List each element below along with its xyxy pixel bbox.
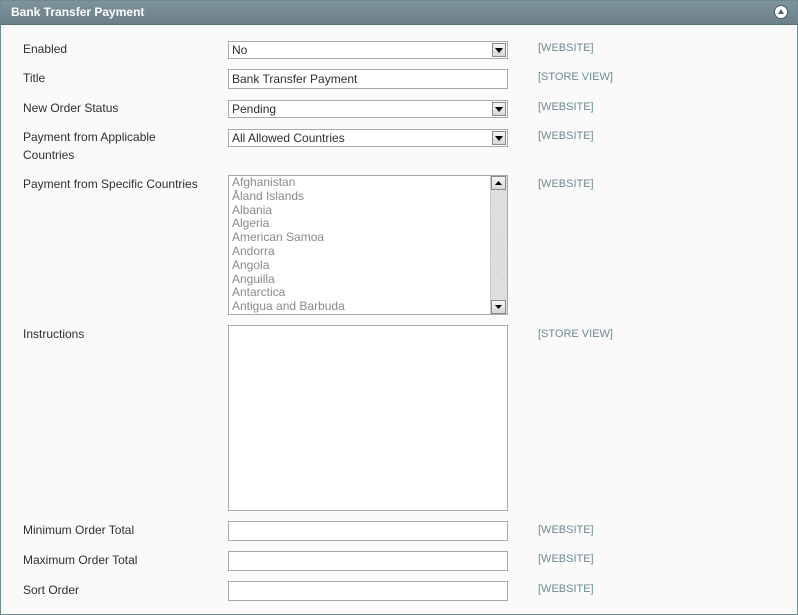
sort-order-label: Sort Order (23, 583, 80, 597)
specific-countries-multiselect[interactable]: Afghanistan Åland Islands Albania Algeri… (228, 175, 508, 315)
scroll-up-arrow-icon[interactable] (491, 176, 506, 190)
country-option[interactable]: Antigua and Barbuda (229, 299, 490, 314)
applicable-countries-scope: [WEBSITE] (538, 130, 594, 142)
min-order-total-label: Minimum Order Total (23, 523, 135, 537)
new-order-status-label: New Order Status (23, 101, 119, 115)
title-input[interactable] (228, 69, 508, 89)
country-option-list: Afghanistan Åland Islands Albania Algeri… (229, 176, 490, 314)
min-order-total-input[interactable] (228, 521, 508, 541)
new-order-status-select[interactable]: Pending (228, 100, 508, 118)
sort-order-scope: [WEBSITE] (538, 583, 594, 595)
min-order-total-scope: [WEBSITE] (538, 524, 594, 536)
panel-title: Bank Transfer Payment (11, 5, 145, 19)
instructions-label: Instructions (23, 327, 85, 341)
scroll-down-arrow-icon[interactable] (491, 300, 506, 314)
new-order-status-scope: [WEBSITE] (538, 101, 594, 113)
country-option[interactable]: Algeria (229, 217, 490, 231)
country-option[interactable]: Andorra (229, 244, 490, 259)
chevron-down-icon[interactable] (492, 43, 506, 57)
enabled-select-value: No (232, 43, 248, 57)
max-order-total-input[interactable] (228, 551, 508, 571)
countries-scrollbar[interactable] (490, 176, 507, 314)
country-option[interactable]: Albania (229, 203, 490, 218)
applicable-countries-label: Payment from Applicable (23, 130, 156, 144)
collapse-arrow-up-icon[interactable] (774, 5, 788, 19)
applicable-countries-label-line2: Countries (23, 148, 75, 162)
specific-countries-scope: [WEBSITE] (538, 178, 594, 190)
enabled-select[interactable]: No (228, 41, 508, 59)
title-scope: [STORE VIEW] (538, 71, 613, 83)
instructions-scope: [STORE VIEW] (538, 328, 613, 340)
max-order-total-scope: [WEBSITE] (538, 553, 594, 565)
new-order-status-value: Pending (232, 102, 277, 116)
enabled-scope: [WEBSITE] (538, 42, 594, 54)
country-option[interactable]: Afghanistan (229, 176, 490, 190)
sort-order-input[interactable] (228, 581, 508, 601)
applicable-countries-value: All Allowed Countries (232, 131, 345, 145)
max-order-total-label: Maximum Order Total (23, 553, 138, 567)
enabled-label: Enabled (23, 42, 68, 56)
applicable-countries-select[interactable]: All Allowed Countries (228, 129, 508, 147)
payment-method-panel: Bank Transfer Payment Enabled No [WEBSIT… (0, 0, 798, 615)
specific-countries-label: Payment from Specific Countries (23, 177, 198, 191)
country-option[interactable]: Åland Islands (229, 189, 490, 204)
chevron-down-icon[interactable] (492, 102, 506, 116)
panel-header[interactable]: Bank Transfer Payment (1, 1, 797, 25)
country-option[interactable]: Antarctica (229, 286, 490, 300)
country-option[interactable]: Anguilla (229, 272, 490, 287)
chevron-down-icon[interactable] (492, 131, 506, 145)
country-option[interactable]: American Samoa (229, 230, 490, 245)
country-option[interactable]: Angola (229, 258, 490, 273)
title-label: Title (23, 71, 46, 85)
instructions-textarea[interactable] (228, 325, 508, 511)
